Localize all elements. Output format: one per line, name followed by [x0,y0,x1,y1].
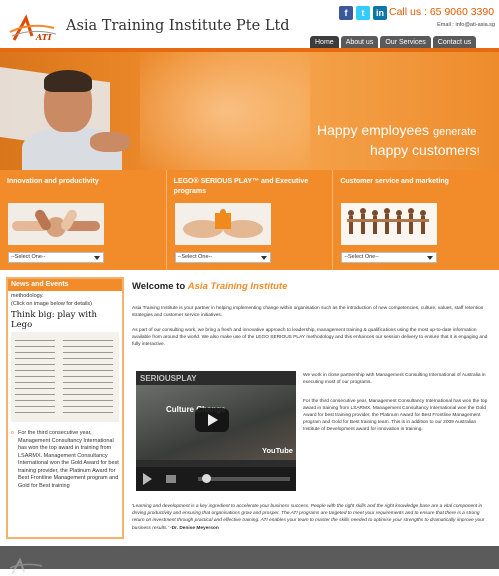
service-columns: Innovation and productivity --Select One… [0,170,499,270]
column-lego: LEGO® SERIOUS PLAY™ and Executive progra… [167,170,334,270]
main-content: News and Events methodology. (Click on i… [0,270,499,544]
youtube-logo[interactable]: YouTube [262,446,293,455]
award-text: For the third consecutive year, Manageme… [303,399,488,432]
news-text: methodology. (Click on image below for d… [11,293,93,307]
play-button[interactable] [195,408,229,432]
quote-block: 'Learning and development is a key ingre… [132,504,485,531]
footer-logo [9,557,43,575]
news-item[interactable]: For the third consecutive year, Manageme… [8,424,122,490]
video-controls [136,467,296,491]
call-us-text: Call us : 65 9060 3390 [389,6,495,18]
innovation-select[interactable]: --Select One-- [8,252,104,263]
person-hand [90,132,130,152]
company-name: Asia Training Institute Pte Ltd [66,18,290,34]
column-title: LEGO® SERIOUS PLAY™ and Executive progra… [173,178,309,195]
puzzle-hands-image[interactable] [174,203,271,245]
twitter-icon[interactable]: t [356,6,370,20]
social-links: f t in [339,6,387,20]
person-hair [44,70,92,92]
site-footer [0,546,499,575]
column-title: Customer service and marketing [340,178,449,185]
volume-icon[interactable] [166,475,176,483]
video-brand: SERIOUSPLAY [140,374,197,383]
customer-select[interactable]: --Select One-- [341,252,438,263]
intro-paragraph: Asia Training Institute is your partner … [132,306,484,318]
banner-tagline-line2: happy customers! [370,142,480,158]
hands-together-image[interactable] [8,203,104,245]
video-player[interactable]: SERIOUSPLAY Culture Change YouTube [136,371,296,491]
email-text[interactable]: Email : info@ati-asia.sg [437,22,495,28]
ati-logo[interactable] [8,14,60,46]
progress-track[interactable] [198,477,290,481]
news-title: News and Events [8,279,122,291]
play-icon[interactable] [143,473,152,485]
news-clip-headline: Think big: play with Lego [11,310,97,330]
consulting-paragraph: As part of our consulting work, we bring… [132,328,488,347]
column-innovation: Innovation and productivity --Select One… [0,170,167,270]
banner-tagline-line1: Happy employees generate [317,122,477,138]
column-customer: Customer service and marketing --Select … [333,170,499,270]
banner-glow [140,52,310,170]
news-clipping-image[interactable] [11,332,119,422]
logo-text: ATI [36,32,52,42]
partnership-text: We work in close partnership with Manage… [303,373,486,385]
column-title: Innovation and productivity [7,178,99,185]
progress-knob[interactable] [202,474,211,483]
linkedin-icon[interactable]: in [373,6,387,20]
news-panel: News and Events methodology. (Click on i… [6,277,124,539]
facebook-icon[interactable]: f [339,6,353,20]
site-header: ATI Asia Training Institute Pte Ltd f t … [0,0,499,49]
people-circle-image[interactable] [341,203,438,245]
lego-select[interactable]: --Select One-- [174,252,271,263]
welcome-heading: Welcome to Asia Training Institute [132,281,288,292]
